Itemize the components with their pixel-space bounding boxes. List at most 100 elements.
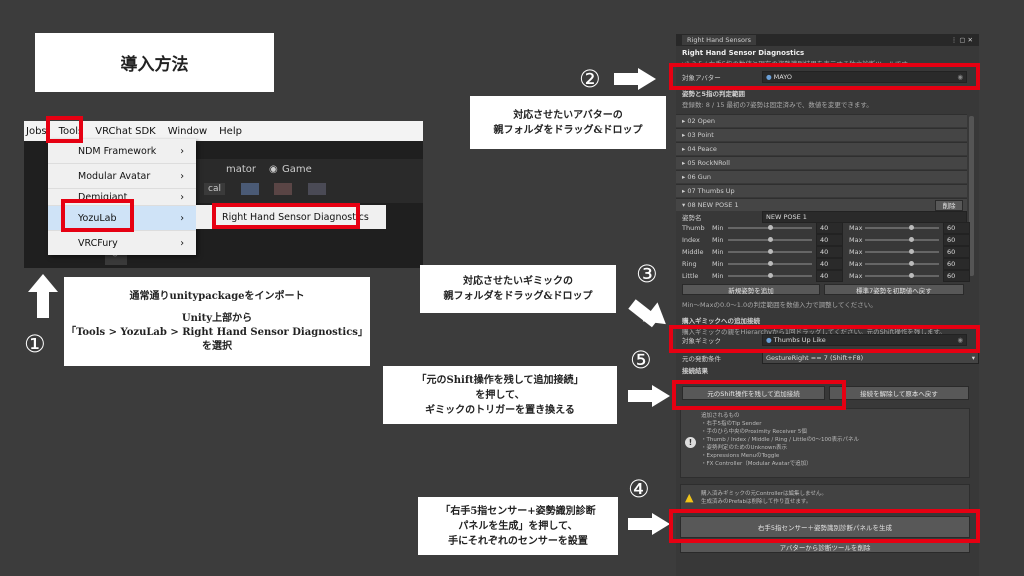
max-field[interactable]: 60: [943, 233, 970, 246]
min-slider[interactable]: [728, 249, 812, 254]
warning-line: 生成済みのPrefabは削除して作り直せます。: [701, 499, 812, 505]
reset-pose-button[interactable]: 標準7姿勢を初期値へ戻す: [824, 284, 964, 295]
step3-number: ③: [636, 260, 658, 288]
max-slider[interactable]: [865, 261, 939, 266]
menu-vrchat-sdk[interactable]: VRChat SDK: [95, 126, 155, 137]
gizmo-icon[interactable]: [241, 183, 259, 195]
toolbar-field[interactable]: cal: [204, 183, 225, 195]
tab-bar: Right Hand Sensors ⋮ ▢ ✕: [676, 34, 979, 46]
step5-box: 「元のShift操作を残して追加接続」 を押して、 ギミックのトリガーを置き換え…: [383, 366, 617, 424]
step5-text-3: ギミックのトリガーを置き換える: [425, 404, 575, 416]
max-slider[interactable]: [865, 249, 939, 254]
menu-help[interactable]: Help: [219, 126, 242, 137]
delete-button[interactable]: 削除: [935, 199, 963, 211]
pose-row[interactable]: ▸ 03 Point: [676, 128, 967, 141]
warning-helpbox: ▲ 購入済みギミックの元Controllerは編集しません。 生成済みのPref…: [680, 484, 970, 510]
info-icon: !: [685, 437, 696, 448]
highlight-tools: [46, 116, 83, 143]
arrow-right-icon: [628, 513, 670, 535]
tab-animator[interactable]: mator: [226, 164, 256, 175]
pose-row[interactable]: ▸ 02 Open: [676, 114, 967, 127]
pose-row[interactable]: ▸ 05 RockNRoll: [676, 156, 967, 169]
min-field[interactable]: 40: [816, 257, 843, 270]
game-icon: ◉: [269, 164, 278, 175]
page-title-box: 導入方法: [35, 33, 274, 92]
snap-icon[interactable]: [308, 183, 326, 195]
tab-right-hand-sensors[interactable]: Right Hand Sensors: [682, 35, 757, 45]
step3-text-2: 親フォルダをドラッグ&ドロップ: [443, 291, 593, 302]
min-slider[interactable]: [728, 225, 812, 230]
step2-text-1: 対応させたいアバターの: [513, 109, 623, 121]
page-title: 導入方法: [120, 55, 189, 75]
info-line: ・Expressions MenuのToggle: [701, 453, 780, 459]
step4-text-1: 「右手5指センサー+姿勢識別診断: [440, 505, 596, 517]
info-line: ・FX Controller（Modular Avatarで追加）: [701, 461, 812, 467]
min-slider[interactable]: [728, 237, 812, 242]
chevron-right-icon: ›: [180, 170, 184, 182]
max-slider[interactable]: [865, 237, 939, 242]
inspector-panel: Right Hand Sensors ⋮ ▢ ✕ Right Hand Sens…: [676, 34, 979, 576]
arrow-up-icon: [28, 274, 58, 320]
min-field[interactable]: 40: [816, 269, 843, 282]
step2-text-2: 親フォルダをドラッグ&ドロップ: [493, 124, 643, 136]
pose-name-field[interactable]: NEW POSE 1: [762, 210, 967, 223]
unity-menu-screenshot: Jobs Tools VRChat SDK Window Help mator …: [24, 121, 423, 268]
pose-row[interactable]: ▸ 04 Peace: [676, 142, 967, 155]
chevron-down-icon: ▾: [971, 353, 975, 362]
pose-name-row: 姿勢名 NEW POSE 1: [676, 210, 979, 223]
pose-row[interactable]: ▸ 06 Gun: [676, 170, 967, 183]
min-slider[interactable]: [728, 273, 812, 278]
trigger-row: 元の発動条件 GestureRight == 7 (Shift+F8) ▾: [676, 351, 979, 364]
menu-bar: Jobs Tools VRChat SDK Window Help: [24, 121, 423, 141]
minmax-note: Min〜Maxの0.0〜1.0の判定範囲を数値入力で調整してください。: [682, 300, 877, 309]
chevron-right-icon: ›: [180, 145, 184, 157]
menu-window[interactable]: Window: [168, 126, 207, 137]
finger-row: Middle Min 40 Max 60: [676, 245, 979, 258]
window-controls-icon[interactable]: ⋮ ▢ ✕: [951, 36, 973, 44]
highlight-right-hand-sensor: [212, 203, 360, 229]
menu-jobs[interactable]: Jobs: [26, 126, 47, 137]
step1-text-3: 「Tools > YozuLab > Right Hand Sensor Dia…: [66, 326, 368, 338]
step4-box: 「右手5指センサー+姿勢識別診断 パネルを生成」を押して、 手にそれぞれのセンサ…: [418, 497, 618, 555]
warning-line: 購入済みギミックの元Controllerは編集しません。: [701, 491, 827, 497]
warning-icon: ▲: [685, 491, 694, 504]
step4-text-3: 手にそれぞれのセンサーを設置: [448, 535, 588, 547]
step5-text-2: を押して、: [475, 389, 525, 401]
grid-icon[interactable]: [274, 183, 292, 195]
finger-row: Little Min 40 Max 60: [676, 269, 979, 282]
max-field[interactable]: 60: [943, 257, 970, 270]
chevron-right-icon: ›: [180, 191, 184, 203]
highlight-connect: [672, 380, 846, 410]
menu-item-vrcfury[interactable]: VRCFury ›: [48, 231, 196, 255]
max-field[interactable]: 60: [943, 245, 970, 258]
info-line: ・Thumb / Index / Middle / Ring / Littleの…: [701, 437, 860, 443]
info-helpbox: ! 追加されるもの ・右手5指のTip Sender ・手のひら中央のProxi…: [680, 408, 970, 478]
step1-box: 通常通りunitypackageをインポート Unity上部から 「Tools …: [64, 277, 370, 366]
tab-game[interactable]: Game: [282, 164, 312, 175]
trigger-dropdown[interactable]: GestureRight == 7 (Shift+F8) ▾: [762, 351, 979, 364]
step3-text-1: 対応させたいギミックの: [463, 276, 573, 287]
step1-text-2: Unity上部から: [181, 312, 253, 324]
max-slider[interactable]: [865, 225, 939, 230]
min-slider[interactable]: [728, 261, 812, 266]
step1-text-1: 通常通りunitypackageをインポート: [129, 290, 305, 302]
max-slider[interactable]: [865, 273, 939, 278]
menu-item-modular-avatar[interactable]: Modular Avatar ›: [48, 164, 196, 189]
info-line: ・右手5指のTip Sender: [701, 421, 762, 427]
min-field[interactable]: 40: [816, 221, 843, 234]
add-pose-button[interactable]: 新規姿勢を追加: [682, 284, 820, 295]
max-field[interactable]: 60: [943, 269, 970, 282]
max-field[interactable]: 60: [943, 221, 970, 234]
pose-row[interactable]: ▸ 07 Thumbs Up: [676, 184, 967, 197]
step5-number: ⑤: [630, 346, 652, 374]
disconnect-button[interactable]: 接続を解除して原本へ戻す: [829, 386, 969, 400]
step4-number: ④: [628, 475, 650, 503]
chevron-right-icon: ›: [180, 212, 184, 224]
finger-row: Ring Min 40 Max 60: [676, 257, 979, 270]
tools-submenu: NDM Framework › Modular Avatar › Demigiant…: [48, 139, 196, 255]
section-gimmick: 購入ギミックへの追加接続: [682, 316, 760, 325]
min-field[interactable]: 40: [816, 233, 843, 246]
min-field[interactable]: 40: [816, 245, 843, 258]
step3-box: 対応させたいギミックの 親フォルダをドラッグ&ドロップ: [420, 265, 616, 313]
pose-row-expanded[interactable]: ▾ 08 NEW POSE 1 削除: [676, 198, 967, 211]
